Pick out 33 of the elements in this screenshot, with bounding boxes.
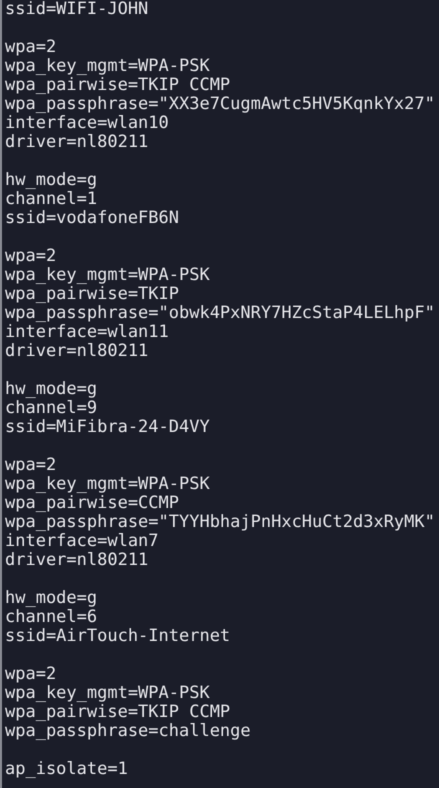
config-line: hw_mode=g [5,588,98,608]
config-line: wpa=2 [5,246,56,266]
config-line: hw_mode=g [5,170,98,190]
config-line: ssid=WIFI-JOHN [5,0,148,19]
config-line: wpa_pairwise=TKIP CCMP [5,702,230,722]
config-line: channel=1 [5,189,98,209]
config-line: ssid=vodafoneFB6N [5,208,179,228]
config-line: interface=wlan7 [5,531,159,551]
config-line: wpa_passphrase="obwk4PxNRY7HZcStaP4LELhpF" [5,303,435,323]
config-line: wpa_passphrase=challenge [5,721,251,741]
config-line: ap_isolate=1 [5,759,128,779]
config-line: wpa_passphrase="TYYHbhajPnHxcHuCt2d3xRyMK" [5,512,435,532]
config-line: wpa_key_mgmt=WPA-PSK [5,265,210,285]
config-line: driver=nl80211 [5,132,148,152]
config-line: ssid=MiFibra-24-D4VY [5,417,210,437]
config-line: wpa_pairwise=CCMP [5,493,179,513]
config-line: driver=nl80211 [5,341,148,361]
config-line: wpa_key_mgmt=WPA-PSK [5,683,210,703]
config-line: wpa=2 [5,37,56,57]
config-line: wpa_pairwise=TKIP [5,284,179,304]
config-line: wpa_passphrase="XX3e7CugmAwtc5HV5KqnkYx27" [5,94,435,114]
config-line: wpa_key_mgmt=WPA-PSK [5,474,210,494]
config-line: wpa=2 [5,455,56,475]
config-line: interface=wlan11 [5,322,169,342]
config-line: wpa_pairwise=TKIP CCMP [5,75,230,95]
config-line: channel=9 [5,398,98,418]
config-line: ssid=AirTouch-Internet [5,626,230,646]
config-line: wpa=2 [5,664,56,684]
config-line: hw_mode=g [5,379,98,399]
config-line: channel=6 [5,607,98,627]
config-line: wpa_key_mgmt=WPA-PSK [5,56,210,76]
config-line: interface=wlan10 [5,113,169,133]
config-line: driver=nl80211 [5,550,148,570]
